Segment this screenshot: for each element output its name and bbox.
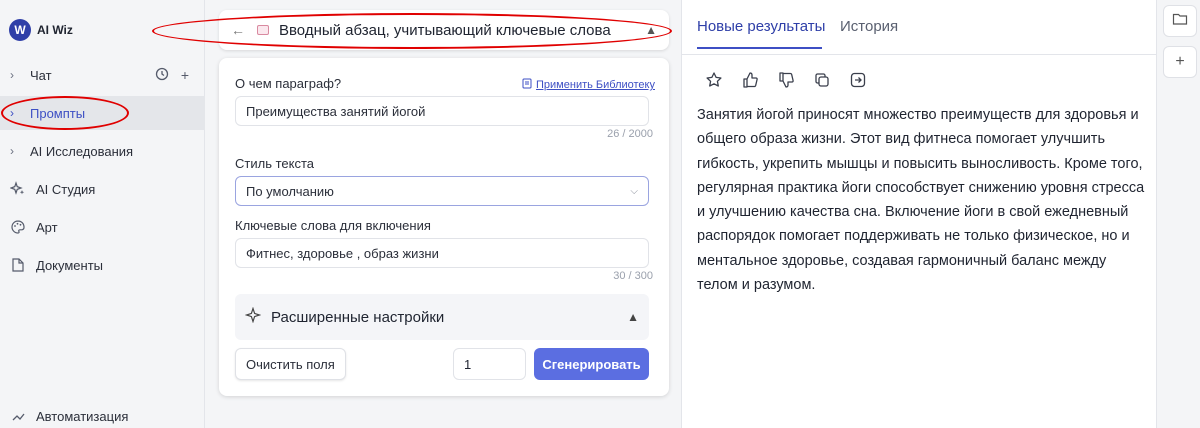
sidebar-item-ai-research[interactable]: › AI Исследования: [0, 134, 205, 168]
add-button[interactable]: +: [1163, 46, 1197, 78]
result-count-input[interactable]: 1: [453, 348, 526, 380]
chevron-down-icon: ⌵: [630, 185, 638, 197]
sidebar-item-automation[interactable]: Автоматизация: [0, 399, 205, 428]
chevron-up-icon: ▲: [627, 310, 639, 324]
prompt-title: Вводный абзац, учитывающий ключевые слов…: [279, 21, 611, 39]
star-icon[interactable]: [704, 70, 723, 89]
document-icon: [10, 257, 26, 273]
generate-button[interactable]: Сгенерировать: [534, 348, 649, 380]
prompt-title-bar: ← Вводный абзац, учитывающий ключевые сл…: [219, 10, 669, 50]
advanced-settings-toggle[interactable]: Расширенные настройки ▲: [235, 294, 649, 340]
right-toolbar: +: [1156, 0, 1200, 428]
results-panel: Новые результаты История Занятия йогой п…: [681, 0, 1157, 428]
paragraph-label: О чем параграф?: [235, 76, 342, 91]
paragraph-counter: 26 / 2000: [607, 128, 653, 140]
result-text: Занятия йогой приносят множество преимущ…: [697, 107, 1145, 294]
thumbs-up-icon[interactable]: [740, 70, 759, 89]
keywords-input[interactable]: Фитнес, здоровье , образ жизни: [235, 238, 649, 268]
folder-button[interactable]: [1163, 5, 1197, 37]
plus-icon: +: [1175, 53, 1185, 70]
paragraph-input[interactable]: Преимущества занятий йогой: [235, 96, 649, 126]
keywords-counter: 30 / 300: [613, 270, 653, 282]
sidebar: W AI Wiz › Чат + › Промпты › AI Исследов…: [0, 0, 205, 428]
sidebar-item-label: AI Исследования: [30, 143, 134, 159]
sidebar-item-art[interactable]: Арт: [0, 210, 205, 244]
prompt-panel: ← Вводный абзац, учитывающий ключевые сл…: [205, 0, 681, 428]
sidebar-item-chat[interactable]: › Чат +: [0, 58, 205, 92]
style-select[interactable]: По умолчанию ⌵: [235, 176, 649, 206]
tab-new-results[interactable]: Новые результаты: [697, 18, 825, 35]
results-tabs: Новые результаты История: [682, 0, 1157, 55]
sidebar-item-label: Арт: [36, 219, 58, 235]
back-arrow-icon[interactable]: ←: [231, 22, 245, 38]
history-icon[interactable]: [155, 67, 169, 84]
sidebar-item-prompts[interactable]: › Промпты: [0, 96, 205, 130]
clear-fields-button[interactable]: Очистить поля: [235, 348, 346, 380]
app-logo[interactable]: W AI Wiz: [9, 19, 73, 41]
sparkle-icon: [244, 306, 262, 328]
chevron-right-icon: ›: [10, 144, 14, 158]
sidebar-item-label: Чат: [30, 67, 52, 83]
automation-icon: [10, 408, 26, 424]
chevron-right-icon: ›: [10, 106, 14, 120]
folder-icon: [1172, 12, 1188, 31]
sidebar-item-ai-studio[interactable]: AI Студия: [0, 172, 205, 206]
sidebar-item-label: Документы: [36, 257, 104, 273]
apply-library-link[interactable]: Применить Библиотеку: [522, 78, 655, 92]
tab-history[interactable]: История: [840, 18, 898, 35]
logo-text: AI Wiz: [37, 23, 73, 37]
prompt-form: О чем параграф? Применить Библиотеку Пре…: [219, 58, 669, 396]
add-icon[interactable]: +: [181, 67, 189, 84]
keywords-label: Ключевые слова для включения: [235, 218, 431, 233]
prompt-doc-icon: [257, 25, 269, 35]
sidebar-item-label: AI Студия: [36, 181, 96, 197]
chevron-up-icon[interactable]: ▲: [645, 23, 657, 37]
logo-mark-icon: W: [9, 19, 31, 41]
copy-icon[interactable]: [812, 70, 831, 89]
advanced-settings-label: Расширенные настройки: [271, 308, 445, 326]
sparkle-icon: [10, 181, 26, 197]
thumbs-down-icon[interactable]: [776, 70, 795, 89]
sidebar-item-label: Промпты: [30, 105, 86, 121]
style-label: Стиль текста: [235, 156, 314, 171]
active-tab-indicator: [697, 47, 822, 49]
export-icon[interactable]: [848, 70, 867, 89]
chevron-right-icon: ›: [10, 68, 14, 82]
sidebar-item-label: Автоматизация: [36, 408, 129, 424]
palette-icon: [10, 219, 26, 235]
result-actions: [704, 70, 867, 89]
apply-library-label: Применить Библиотеку: [536, 79, 655, 91]
style-select-value: По умолчанию: [246, 183, 334, 199]
book-icon: [522, 78, 532, 92]
sidebar-item-documents[interactable]: Документы: [0, 248, 205, 282]
